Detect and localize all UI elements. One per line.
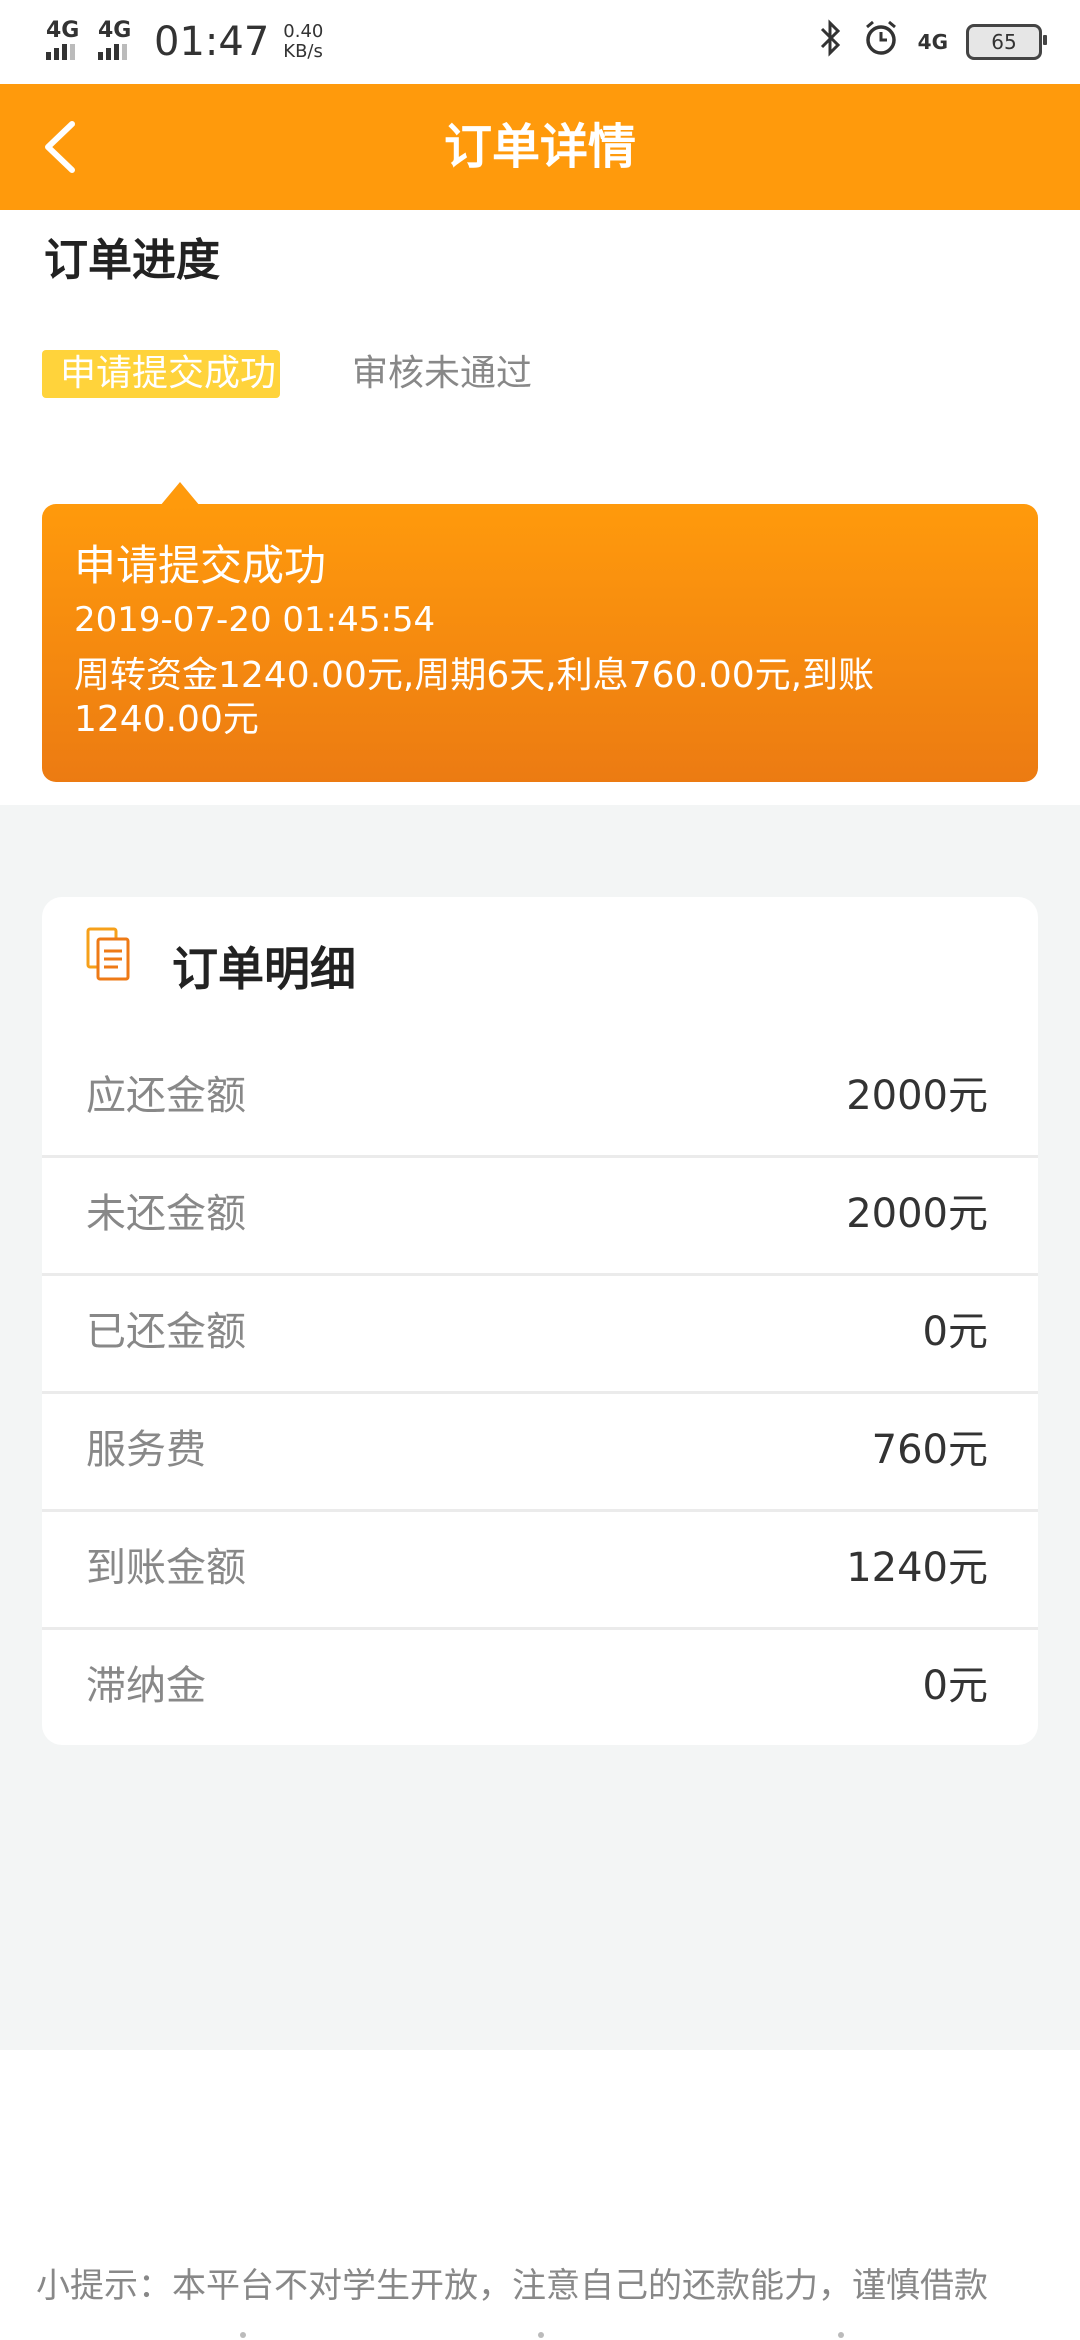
row-value: 0元 [922, 1309, 988, 1355]
row-label: 未还金额 [86, 1191, 246, 1237]
detail-row: 未还金额 2000元 [42, 1155, 1038, 1276]
network-type-1: 4G [46, 18, 80, 43]
detail-header: 订单明细 [42, 897, 1038, 1037]
status-bar-right: 4G 65 [818, 14, 1047, 70]
signal-icon: 4G [44, 18, 88, 64]
chevron-left-icon [45, 121, 75, 173]
details-area: 订单明细 应还金额 2000元 未还金额 2000元 已还金额 0元 服务费 7… [0, 805, 1080, 2050]
signal-icon-2: 4G [96, 18, 140, 64]
detail-row: 应还金额 2000元 [42, 1037, 1038, 1158]
page-title: 订单详情 [443, 119, 636, 175]
step-rejected: 审核未通过 [352, 353, 533, 394]
card-title: 申请提交成功 [74, 541, 327, 590]
row-value: 0元 [922, 1663, 988, 1709]
row-label: 已还金额 [86, 1309, 246, 1355]
progress-title: 订单进度 [44, 235, 220, 286]
row-value: 2000元 [846, 1073, 988, 1119]
battery-level: 65 [991, 30, 1017, 54]
alarm-icon [862, 19, 900, 66]
detail-row: 到账金额 1240元 [42, 1509, 1038, 1630]
detail-title: 订单明细 [172, 942, 356, 996]
row-label: 应还金额 [86, 1073, 246, 1119]
network-speed-value: 0.40 [283, 21, 324, 42]
card-description: 周转资金1240.00元,周期6天,利息760.00元,到账1240.00元 [74, 655, 875, 740]
row-label: 服务费 [86, 1427, 206, 1473]
status-bar: 4G 4G 01:47 0.40 KB/s 4G 65 [0, 0, 1080, 84]
dot [240, 2332, 246, 2338]
row-value: 1240元 [846, 1545, 988, 1591]
row-value: 760元 [871, 1427, 988, 1473]
row-value: 2000元 [846, 1191, 988, 1237]
progress-card: 申请提交成功 2019-07-20 01:45:54 周转资金1240.00元,… [42, 504, 1038, 782]
footer-tip: 小提示：本平台不对学生开放，注意自己的还款能力，谨慎借款 [36, 2266, 988, 2306]
network-type-3: 4G [917, 30, 948, 54]
battery-icon: 65 [966, 24, 1047, 60]
dot [538, 2332, 544, 2338]
detail-row: 服务费 760元 [42, 1391, 1038, 1512]
back-button[interactable] [38, 114, 98, 180]
clock: 01:47 [154, 19, 270, 65]
order-progress-section: 订单进度 申请提交成功 审核未通过 申请提交成功 2019-07-20 01:4… [0, 210, 1080, 805]
step-submitted: 申请提交成功 [42, 350, 281, 398]
document-icon [86, 927, 130, 981]
app-header: 订单详情 [0, 84, 1080, 210]
row-label: 滞纳金 [86, 1663, 206, 1709]
order-detail-card: 订单明细 应还金额 2000元 未还金额 2000元 已还金额 0元 服务费 7… [42, 897, 1038, 1745]
row-label: 到账金额 [86, 1545, 246, 1591]
dot [838, 2332, 844, 2338]
network-type-2: 4G [98, 18, 132, 43]
card-date: 2019-07-20 01:45:54 [74, 600, 436, 640]
network-speed: 0.40 KB/s [283, 22, 323, 62]
detail-row: 已还金额 0元 [42, 1273, 1038, 1394]
detail-row: 滞纳金 0元 [42, 1627, 1038, 1745]
footer-dots [0, 2328, 1080, 2340]
network-speed-unit: KB/s [283, 41, 323, 62]
status-bar-left: 4G 4G 01:47 0.40 KB/s [44, 12, 323, 72]
bluetooth-icon [818, 18, 844, 66]
card-pointer [160, 482, 200, 506]
